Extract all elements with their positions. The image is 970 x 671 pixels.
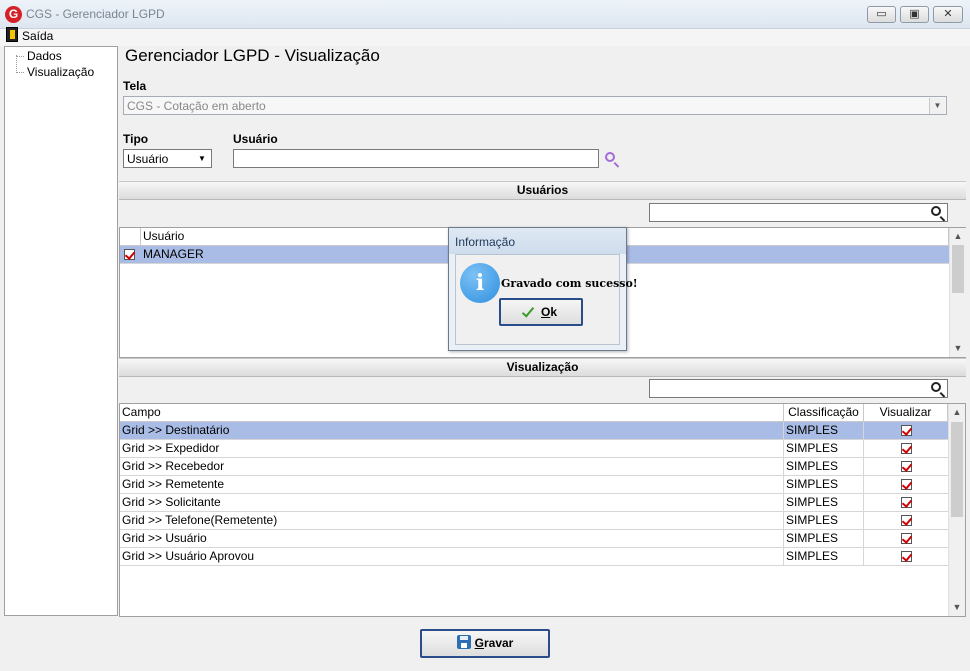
close-button[interactable]: ✕: [933, 6, 963, 23]
grid-header-campo[interactable]: Campo: [120, 404, 784, 422]
search-icon[interactable]: [605, 152, 615, 162]
visualizacao-scrollbar[interactable]: ▲ ▼: [948, 404, 965, 616]
information-dialog: Informação i Gravado com sucesso! Ok: [448, 227, 638, 351]
cell-classificacao: SIMPLES: [784, 422, 864, 440]
usuarios-section-header: Usuários: [119, 181, 966, 200]
cell-campo: Grid >> Usuário Aprovou: [120, 548, 784, 566]
tela-select[interactable]: CGS - Cotação em aberto ▼: [123, 96, 947, 115]
search-icon[interactable]: [931, 206, 941, 216]
chevron-up-icon[interactable]: ▲: [950, 228, 966, 245]
table-row[interactable]: Grid >> Recebedor SIMPLES: [120, 458, 948, 476]
usuario-label: Usuário: [233, 132, 278, 146]
cell-classificacao: SIMPLES: [784, 548, 864, 566]
window-title: CGS - Gerenciador LGPD: [26, 7, 165, 21]
page-title: Gerenciador LGPD - Visualização: [125, 46, 380, 65]
ok-label-accelerator: O: [540, 305, 551, 319]
dialog-message: Gravado com sucesso!: [501, 277, 638, 290]
checkmark-icon: [521, 304, 535, 318]
cell-campo: Grid >> Destinatário: [120, 422, 784, 440]
visualizar-checkbox[interactable]: [901, 443, 912, 454]
chevron-down-icon[interactable]: ▼: [949, 599, 965, 616]
visualizacao-section-header: Visualização: [119, 358, 966, 377]
table-row[interactable]: Grid >> Remetente SIMPLES: [120, 476, 948, 494]
chevron-down-icon[interactable]: ▼: [194, 151, 210, 167]
table-row[interactable]: Grid >> Telefone(Remetente) SIMPLES: [120, 512, 948, 530]
usuarios-scrollbar[interactable]: ▲ ▼: [949, 228, 966, 357]
menu-item-exit[interactable]: Saída: [22, 29, 53, 43]
visualizacao-grid: Campo Classificação Visualizar Grid >> D…: [119, 403, 966, 617]
cell-campo: Grid >> Usuário: [120, 530, 784, 548]
scrollbar-thumb[interactable]: [951, 422, 963, 517]
ok-button[interactable]: Ok: [499, 298, 583, 326]
usuarios-search-input[interactable]: [649, 203, 948, 222]
floppy-disk-icon: [456, 635, 471, 649]
chevron-up-icon[interactable]: ▲: [949, 404, 965, 421]
menu-bar: [0, 29, 970, 46]
tela-label: Tela: [123, 79, 147, 93]
save-button[interactable]: Gravar: [420, 629, 550, 658]
ok-label: k: [550, 305, 558, 319]
cell-campo: Grid >> Recebedor: [120, 458, 784, 476]
tree-item-dados[interactable]: Dados: [27, 49, 62, 63]
row-usuario-name: MANAGER: [143, 247, 204, 261]
grid-header-check: [120, 228, 141, 246]
visualizar-checkbox[interactable]: [901, 497, 912, 508]
app-logo-icon: G: [5, 6, 22, 23]
grid-header-visualizar[interactable]: Visualizar: [864, 404, 948, 422]
cell-campo: Grid >> Remetente: [120, 476, 784, 494]
table-row[interactable]: Grid >> Usuário Aprovou SIMPLES: [120, 548, 948, 566]
cell-campo: Grid >> Solicitante: [120, 494, 784, 512]
usuario-input[interactable]: [233, 149, 599, 168]
cell-classificacao: SIMPLES: [784, 440, 864, 458]
tipo-label: Tipo: [123, 132, 149, 146]
visualizar-checkbox[interactable]: [901, 515, 912, 526]
chevron-down-icon[interactable]: ▼: [929, 98, 945, 114]
dialog-title: Informação: [455, 235, 516, 249]
cell-campo: Grid >> Telefone(Remetente): [120, 512, 784, 530]
cell-classificacao: SIMPLES: [784, 530, 864, 548]
cell-classificacao: SIMPLES: [784, 494, 864, 512]
visualizar-checkbox[interactable]: [901, 479, 912, 490]
minimize-button[interactable]: ▭: [867, 6, 896, 23]
visualizar-checkbox[interactable]: [901, 425, 912, 436]
visualizar-checkbox[interactable]: [901, 551, 912, 562]
tipo-select[interactable]: Usuário ▼: [123, 149, 212, 168]
save-label-accelerator: G: [474, 636, 484, 650]
table-row[interactable]: Grid >> Usuário SIMPLES: [120, 530, 948, 548]
grid-header-classificacao[interactable]: Classificação: [784, 404, 864, 422]
cell-classificacao: SIMPLES: [784, 458, 864, 476]
search-icon[interactable]: [931, 382, 941, 392]
cell-classificacao: SIMPLES: [784, 512, 864, 530]
info-icon: i: [460, 263, 500, 303]
table-row[interactable]: Grid >> Expedidor SIMPLES: [120, 440, 948, 458]
save-label: ravar: [483, 636, 514, 650]
visualizacao-search-input[interactable]: [649, 379, 948, 398]
tipo-select-value: Usuário: [127, 152, 169, 166]
visualizar-checkbox[interactable]: [901, 461, 912, 472]
cell-classificacao: SIMPLES: [784, 476, 864, 494]
table-row[interactable]: Grid >> Destinatário SIMPLES: [120, 422, 948, 440]
tela-select-value: CGS - Cotação em aberto: [127, 99, 266, 113]
visualizar-checkbox[interactable]: [901, 533, 912, 544]
scrollbar-thumb[interactable]: [952, 245, 964, 293]
maximize-button[interactable]: ▣: [900, 6, 929, 23]
cell-campo: Grid >> Expedidor: [120, 440, 784, 458]
row-checkbox[interactable]: [124, 249, 135, 260]
table-row[interactable]: Grid >> Solicitante SIMPLES: [120, 494, 948, 512]
chevron-down-icon[interactable]: ▼: [950, 340, 966, 357]
exit-door-icon[interactable]: [6, 27, 18, 42]
tree-item-visualizacao[interactable]: Visualização: [27, 65, 94, 79]
navigation-tree: Dados Visualização: [4, 46, 118, 616]
